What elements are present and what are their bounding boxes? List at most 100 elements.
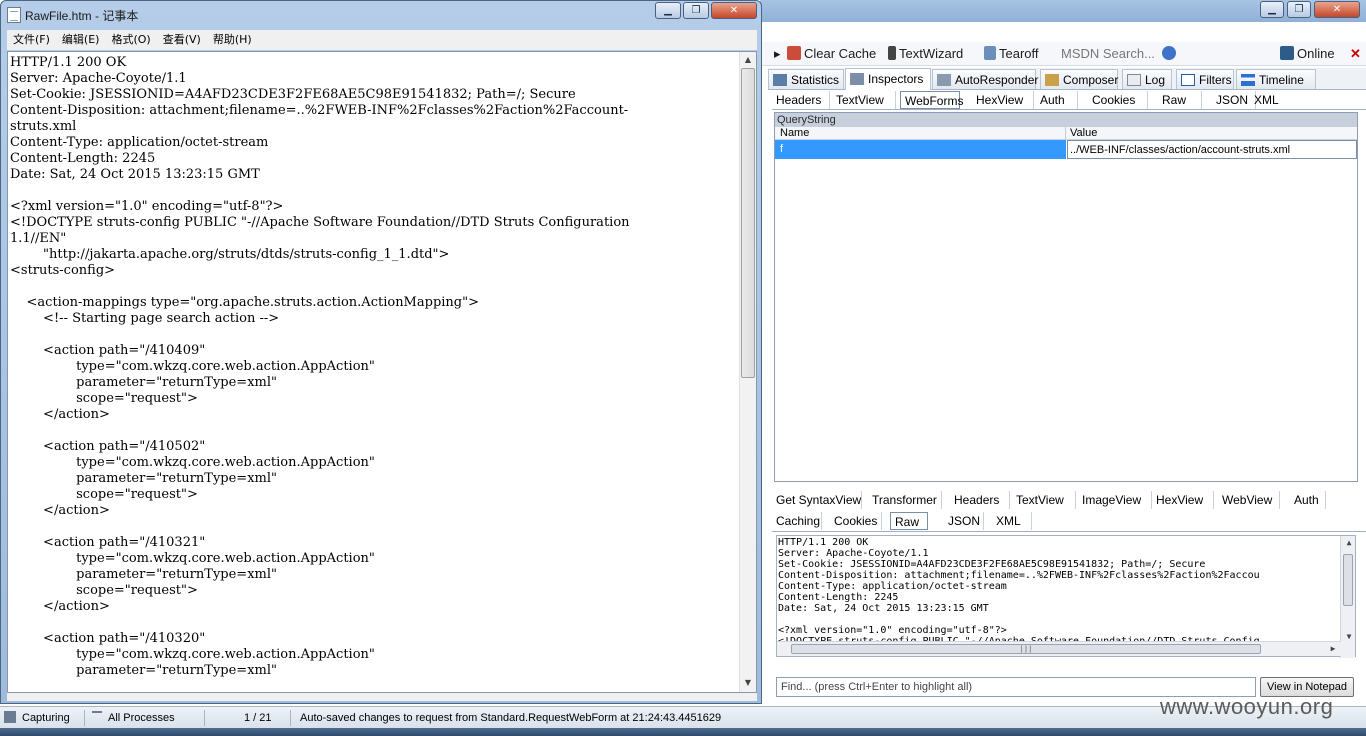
status-divider	[84, 710, 85, 726]
online-indicator[interactable]: Online	[1280, 45, 1335, 63]
network-icon	[1280, 46, 1294, 60]
menu-edit[interactable]: 编辑(E)	[56, 30, 106, 50]
scroll-thumb-horizontal[interactable]: |||	[791, 644, 1261, 654]
tab-log[interactable]: Log	[1122, 69, 1172, 89]
querystring-name-cell[interactable]: f	[775, 140, 1066, 159]
tab-response-textview[interactable]: TextView	[1012, 491, 1076, 509]
tab-response-json[interactable]: JSON	[944, 512, 984, 530]
request-inspector-tabs: Headers TextView WebForms HexView Auth C…	[772, 90, 1366, 110]
tab-request-headers[interactable]: Headers	[772, 91, 830, 109]
log-icon	[1127, 74, 1141, 86]
response-raw-text[interactable]: HTTP/1.1 200 OK Server: Apache-Coyote/1.…	[778, 537, 1340, 642]
capture-icon	[4, 711, 16, 723]
scroll-down-icon[interactable]: ▼	[1341, 630, 1357, 644]
raw-horizontal-scrollbar[interactable]: ||| ▶	[777, 641, 1341, 656]
menu-bar: 文件(F) 编辑(E) 格式(O) 查看(V) 帮助(H)	[7, 30, 757, 50]
tab-request-textview[interactable]: TextView	[832, 91, 896, 109]
scroll-down-icon[interactable]: ▼	[740, 676, 756, 690]
main-tabs: Statistics Inspectors AutoResponder Comp…	[768, 68, 1366, 90]
tab-response-raw[interactable]: Raw	[890, 512, 928, 530]
menu-file[interactable]: 文件(F)	[7, 30, 56, 50]
inspectors-icon	[850, 73, 864, 85]
tearoff-icon	[984, 46, 996, 60]
maximize-button[interactable]: ❐	[1287, 1, 1311, 18]
capturing-indicator[interactable]: Capturing	[4, 707, 70, 729]
querystring-panel: QueryString Name Value f ../WEB-INF/clas…	[774, 112, 1358, 482]
close-toolbar-icon[interactable]: ✕	[1350, 45, 1361, 63]
raw-vertical-scrollbar[interactable]: ▲ ▼	[1340, 536, 1355, 658]
process-filter[interactable]: All Processes	[92, 707, 175, 729]
broom-icon	[787, 46, 801, 60]
fiddler-toolbar: ▸ Clear Cache TextWizard Tearoff MSDN Se…	[760, 42, 1366, 66]
querystring-row[interactable]: f ../WEB-INF/classes/action/account-stru…	[775, 140, 1357, 159]
status-divider	[204, 710, 205, 726]
clear-cache-button[interactable]: Clear Cache	[787, 45, 876, 63]
column-value-header[interactable]: Value	[1070, 127, 1097, 140]
close-button[interactable]: ✕	[1314, 1, 1360, 18]
msdn-search-input[interactable]: MSDN Search...	[1061, 45, 1155, 63]
response-inspector-tabs-row1: Get SyntaxView Transformer Headers TextV…	[772, 490, 1366, 511]
arrow-icon[interactable]: ▸	[774, 45, 781, 63]
windows-taskbar[interactable]	[0, 728, 1366, 736]
scroll-thumb[interactable]	[1343, 554, 1353, 606]
close-button[interactable]: ✕	[711, 2, 757, 19]
tab-inspectors[interactable]: Inspectors	[845, 68, 931, 90]
notepad-icon	[7, 7, 21, 23]
column-name-header[interactable]: Name	[780, 127, 809, 140]
tab-get-syntaxview[interactable]: Get SyntaxView	[772, 491, 862, 509]
tab-request-webforms[interactable]: WebForms	[900, 91, 963, 109]
composer-icon	[1045, 74, 1059, 86]
tab-statistics[interactable]: Statistics	[768, 69, 844, 89]
querystring-value-cell[interactable]: ../WEB-INF/classes/action/account-struts…	[1067, 140, 1357, 159]
notepad-window: RawFile.htm - 记事本 ▁ ❐ ✕ 文件(F) 编辑(E) 格式(O) 查…	[0, 0, 762, 704]
tab-response-xml[interactable]: XML	[992, 512, 1032, 530]
tab-request-raw[interactable]: Raw	[1158, 91, 1202, 109]
querystring-label: QueryString	[775, 113, 1357, 127]
minimize-button[interactable]: ▁	[1260, 1, 1284, 18]
window-bottom-edge	[7, 693, 757, 701]
tab-response-webview[interactable]: WebView	[1218, 491, 1280, 509]
response-inspector-tabs-row2: Caching Cookies Raw JSON XML	[772, 511, 1366, 532]
tab-response-auth[interactable]: Auth	[1290, 491, 1326, 509]
tab-composer[interactable]: Composer	[1040, 69, 1118, 89]
tab-response-imageview[interactable]: ImageView	[1078, 491, 1152, 509]
scroll-thumb[interactable]	[741, 68, 755, 378]
tab-timeline[interactable]: Timeline	[1236, 69, 1316, 89]
status-message: Auto-saved changes to request from Stand…	[300, 712, 722, 724]
text-editor[interactable]: HTTP/1.1 200 OK Server: Apache-Coyote/1.…	[7, 51, 757, 693]
querystring-columns: Name Value	[775, 127, 1357, 140]
tab-filters[interactable]: Filters	[1176, 69, 1234, 89]
tab-response-hexview[interactable]: HexView	[1152, 491, 1214, 509]
tab-response-cookies[interactable]: Cookies	[830, 512, 882, 530]
tab-autoresponder[interactable]: AutoResponder	[932, 69, 1038, 89]
tab-request-cookies[interactable]: Cookies	[1088, 91, 1148, 109]
session-count: 1 / 21	[244, 712, 272, 724]
menu-help[interactable]: 帮助(H)	[207, 30, 258, 50]
filter-icon	[92, 711, 102, 721]
tab-request-xml[interactable]: XML	[1250, 91, 1290, 109]
minimize-button[interactable]: ▁	[655, 2, 681, 19]
text-icon	[888, 46, 896, 60]
response-raw-view[interactable]: HTTP/1.1 200 OK Server: Apache-Coyote/1.…	[776, 535, 1356, 658]
tab-request-auth[interactable]: Auth	[1036, 91, 1078, 109]
tab-response-headers[interactable]: Headers	[950, 491, 1010, 509]
maximize-button[interactable]: ❐	[683, 2, 709, 19]
text-wizard-button[interactable]: TextWizard	[888, 45, 963, 63]
editor-vertical-scrollbar[interactable]: ▲ ▼	[739, 52, 756, 692]
scroll-up-icon[interactable]: ▲	[1341, 536, 1357, 550]
scroll-up-icon[interactable]: ▲	[740, 53, 756, 67]
help-icon[interactable]	[1162, 45, 1179, 63]
editor-content[interactable]: HTTP/1.1 200 OK Server: Apache-Coyote/1.…	[10, 55, 738, 689]
tearoff-button[interactable]: Tearoff	[984, 45, 1039, 63]
tab-request-hexview[interactable]: HexView	[972, 91, 1034, 109]
tab-transformer[interactable]: Transformer	[868, 491, 942, 509]
menu-format[interactable]: 格式(O)	[105, 30, 156, 50]
menu-view[interactable]: 查看(V)	[157, 30, 207, 50]
watermark: www.wooyun.org	[1160, 694, 1334, 719]
checkbox-icon	[1181, 74, 1195, 86]
lightning-icon	[937, 74, 951, 86]
scroll-right-icon[interactable]: ▶	[1325, 642, 1341, 656]
statistics-icon	[773, 74, 787, 86]
tab-caching[interactable]: Caching	[772, 512, 822, 530]
window-title: RawFile.htm - 记事本	[25, 9, 139, 23]
